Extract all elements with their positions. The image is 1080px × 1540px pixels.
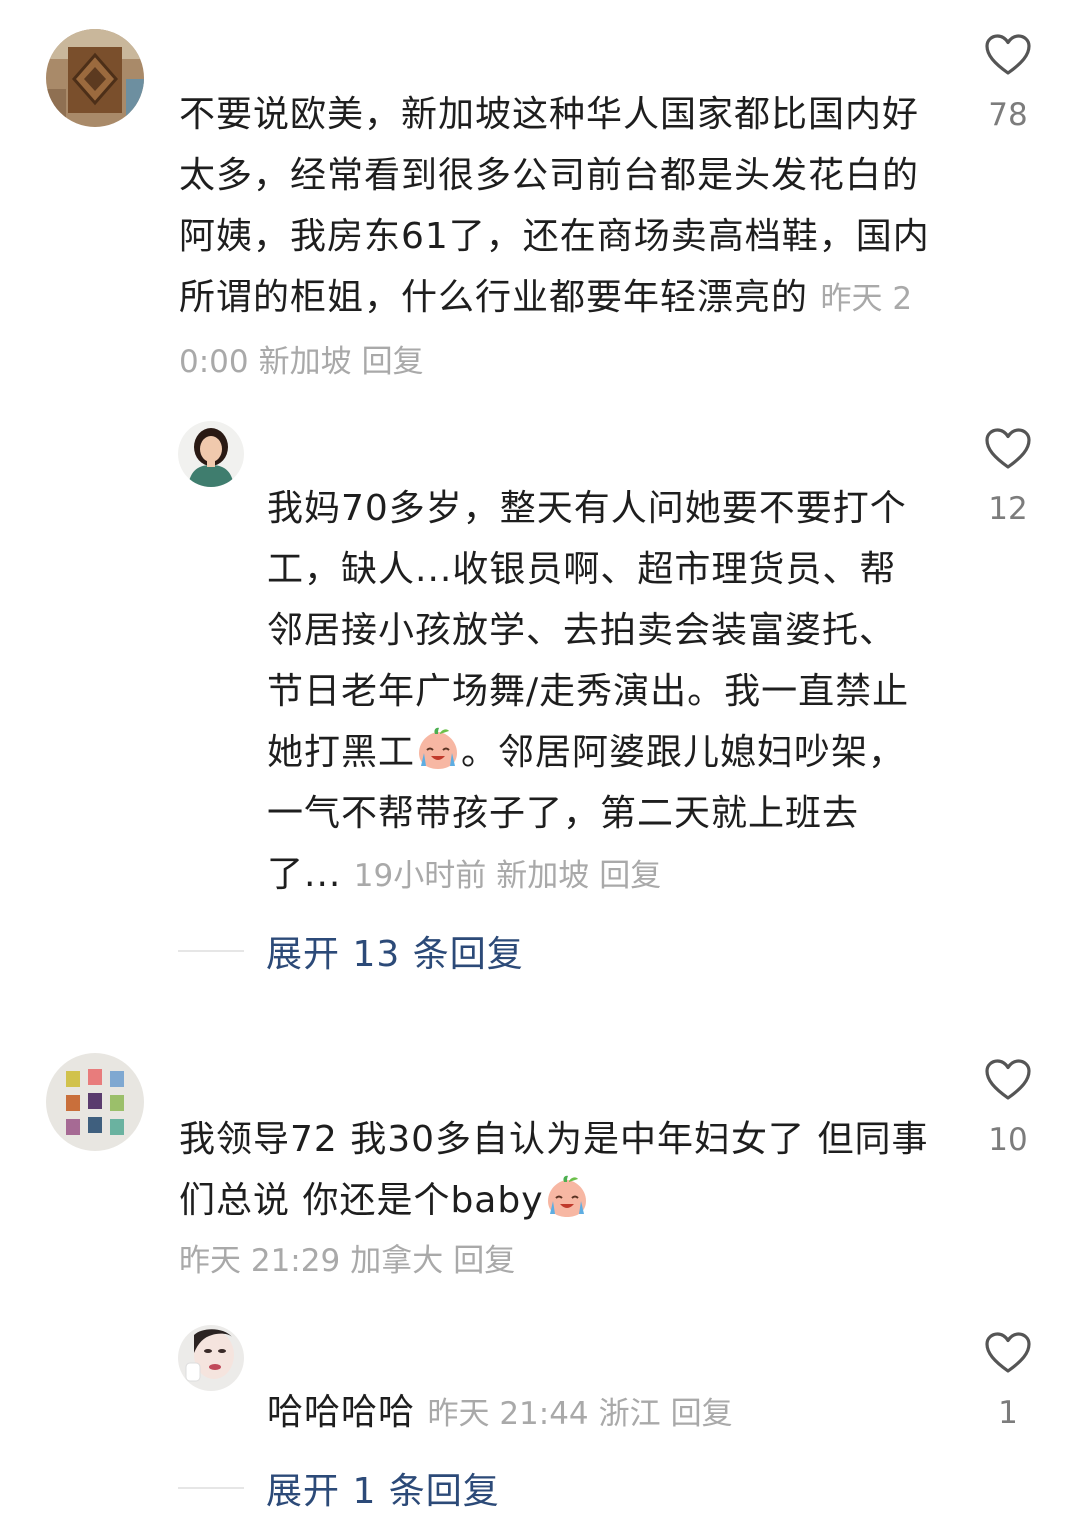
comment-meta: 19小时前 新加坡 回复 xyxy=(354,858,661,894)
reply-button[interactable]: 回复 xyxy=(599,858,661,894)
comment-location: 浙江 xyxy=(598,1396,661,1432)
comment-body: 不要说欧美，新加坡这种华人国家都比国内好太多，经常看到很多公司前台都是头发花白的… xyxy=(179,94,930,318)
reply-button[interactable]: 回复 xyxy=(362,344,424,380)
avatar-woman-face[interactable] xyxy=(178,1325,244,1391)
heart-outline-icon xyxy=(985,1332,1031,1373)
heart-outline-icon xyxy=(985,428,1031,469)
avatar-image xyxy=(178,1325,244,1391)
reply-button[interactable]: 回复 xyxy=(671,1396,733,1432)
comment-location: 加拿大 xyxy=(350,1243,444,1279)
like-button[interactable]: 78 xyxy=(973,33,1043,133)
divider-line xyxy=(178,1487,244,1489)
like-button[interactable]: 1 xyxy=(973,1331,1043,1431)
avatar-wood-carving[interactable] xyxy=(46,29,144,127)
comment-location: 新加坡 xyxy=(258,344,352,380)
crying-laughing-peach-emoji xyxy=(419,727,458,769)
like-count: 10 xyxy=(988,1122,1028,1158)
like-button[interactable]: 10 xyxy=(973,1058,1043,1158)
avatar-image xyxy=(46,29,144,127)
comment-location: 新加坡 xyxy=(496,858,590,894)
heart-outline-icon xyxy=(985,34,1031,75)
comment-time: 昨天 21:44 xyxy=(427,1396,589,1432)
like-button[interactable]: 12 xyxy=(973,427,1043,527)
comment-time: 19小时前 xyxy=(353,858,487,894)
like-count: 78 xyxy=(988,97,1028,133)
comment-text: 我妈70多岁，整天有人问她要不要打个工，缺人...收银员啊、超市理货员、帮邻居接… xyxy=(267,478,927,907)
comment-text: 我领导72 我30多自认为是中年妇女了 但同事们总说 你还是个baby 昨天 2… xyxy=(179,1109,939,1292)
comment-meta: 昨天 21:44 浙江 回复 xyxy=(427,1396,732,1432)
expand-replies-button[interactable]: 展开 1 条回复 xyxy=(178,1462,500,1514)
like-count: 1 xyxy=(998,1395,1018,1431)
avatar-image xyxy=(46,1053,144,1151)
divider-line xyxy=(178,950,244,952)
avatar-gallery-wall[interactable] xyxy=(46,1053,144,1151)
comment-meta: 昨天 21:29 加拿大 回复 xyxy=(179,1231,939,1292)
avatar-woman-portrait[interactable] xyxy=(178,421,244,487)
comment-body: 我妈70多岁，整天有人问她要不要打个工，缺人...收银员啊、超市理货员、帮邻居接… xyxy=(267,488,910,773)
heart-outline-icon xyxy=(985,1059,1031,1100)
comment-time: 昨天 21:29 xyxy=(179,1243,341,1279)
comment-text: 不要说欧美，新加坡这种华人国家都比国内好太多，经常看到很多公司前台都是头发花白的… xyxy=(179,84,939,393)
reply-button[interactable]: 回复 xyxy=(453,1243,515,1279)
comment-body: 哈哈哈哈 xyxy=(267,1392,416,1433)
comment-text: 哈哈哈哈 昨天 21:44 浙江 回复 xyxy=(267,1382,927,1445)
expand-replies-button[interactable]: 展开 13 条回复 xyxy=(178,925,524,977)
avatar-image xyxy=(178,421,244,487)
expand-replies-label: 展开 13 条回复 xyxy=(266,934,524,975)
expand-replies-label: 展开 1 条回复 xyxy=(266,1471,500,1512)
like-count: 12 xyxy=(988,491,1028,527)
crying-laughing-peach-emoji xyxy=(547,1175,586,1217)
